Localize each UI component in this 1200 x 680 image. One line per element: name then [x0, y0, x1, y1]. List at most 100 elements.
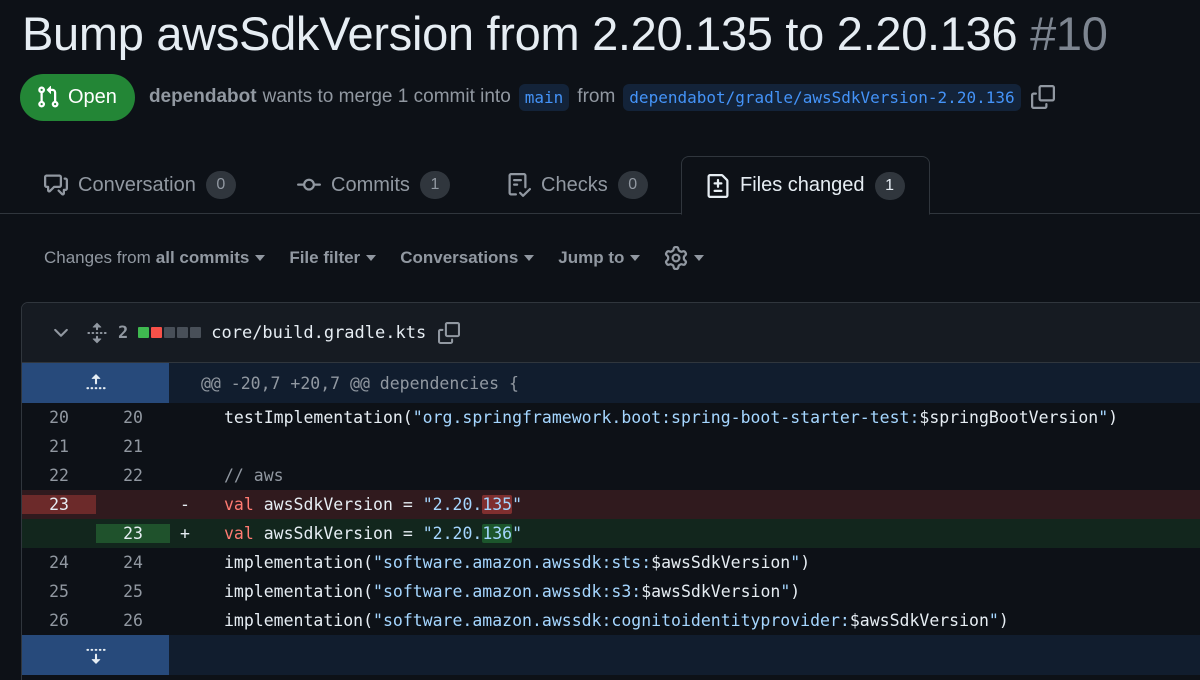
- new-line-number[interactable]: 20: [96, 408, 170, 427]
- tab-label: Files changed: [740, 174, 865, 196]
- code-text: implementation("software.amazon.awssdk:s…: [224, 553, 811, 572]
- code-text: implementation("software.amazon.awssdk:s…: [224, 582, 801, 601]
- tab-count: 1: [419, 171, 450, 199]
- copy-icon: [438, 321, 461, 344]
- added-line: 23 + val awsSdkVersion = "2.20.136": [22, 519, 1200, 548]
- new-line-number[interactable]: 26: [96, 611, 170, 630]
- changes-value: all commits: [155, 248, 250, 267]
- fold-down-icon: [85, 648, 106, 664]
- old-line-number[interactable]: 20: [22, 408, 96, 427]
- diff-line: 22 22 // aws: [22, 461, 1200, 490]
- code-text: val awsSdkVersion = "2.20.135": [224, 495, 523, 514]
- chevron-down-icon: [524, 255, 535, 261]
- file-header: 2 core/build.gradle.kts: [22, 303, 1200, 363]
- expand-up-button[interactable]: [22, 363, 169, 403]
- tab-conversation[interactable]: Conversation 0: [44, 156, 236, 214]
- diffstat-added: [138, 327, 150, 338]
- code-text: implementation("software.amazon.awssdk:c…: [224, 611, 1009, 630]
- diff-count: 2: [118, 322, 129, 343]
- expand-down-button[interactable]: [22, 635, 169, 675]
- diff-line: 24 24 implementation("software.amazon.aw…: [22, 548, 1200, 577]
- new-line-number[interactable]: 25: [96, 582, 170, 601]
- deleted-line: 23 - val awsSdkVersion = "2.20.135": [22, 490, 1200, 519]
- tab-count: 1: [874, 171, 905, 200]
- diff-line: 20 20 testImplementation("org.springfram…: [22, 403, 1200, 432]
- diff-marker: +: [180, 524, 190, 543]
- tab-count: 0: [205, 171, 236, 199]
- file-filter-dropdown[interactable]: File filter: [289, 248, 377, 268]
- old-line-number[interactable]: 24: [22, 553, 96, 572]
- diff-marker: -: [180, 495, 190, 514]
- old-line-number[interactable]: 22: [22, 466, 96, 485]
- copy-branch-button[interactable]: [1030, 85, 1055, 109]
- jump-to-dropdown[interactable]: Jump to: [558, 248, 641, 268]
- tab-files-changed[interactable]: Files changed 1: [681, 156, 930, 215]
- diff-line: 26 26 implementation("software.amazon.aw…: [22, 606, 1200, 635]
- new-line-number[interactable]: 21: [96, 437, 170, 456]
- from-text: from: [577, 86, 616, 107]
- tab-checks[interactable]: Checks 0: [507, 156, 648, 214]
- old-line-number[interactable]: 23: [22, 495, 96, 514]
- pr-title-heading: Bump awsSdkVersion from 2.20.135 to 2.20…: [22, 6, 1108, 61]
- git-pull-request-icon: [38, 85, 59, 108]
- tab-label: Conversation: [78, 173, 196, 196]
- diffstat-neutral: [190, 327, 202, 338]
- diff-toolbar: Changes from all commits File filter Con…: [44, 240, 728, 276]
- old-line-number[interactable]: 21: [22, 437, 96, 456]
- merge-text: wants to merge 1 commit into: [262, 86, 511, 107]
- code-text: testImplementation("org.springframework.…: [224, 408, 1119, 427]
- head-branch[interactable]: dependabot/gradle/awsSdkVersion-2.20.136: [623, 83, 1021, 111]
- chevron-down-icon: [255, 255, 266, 261]
- copy-path-button[interactable]: [438, 321, 461, 344]
- diff-line: 25 25 implementation("software.amazon.aw…: [22, 577, 1200, 606]
- state-label: Open: [68, 85, 117, 108]
- pr-title: Bump awsSdkVersion from 2.20.135 to 2.20…: [22, 7, 1018, 60]
- tab-label: Commits: [331, 173, 410, 196]
- new-line-number[interactable]: 23: [96, 524, 170, 543]
- unfold-icon[interactable]: [86, 322, 108, 344]
- settings-dropdown[interactable]: [664, 246, 705, 270]
- expand-down-row: [22, 635, 1200, 675]
- pr-meta: Open dependabot wants to merge 1 commit …: [20, 73, 1055, 121]
- diffstat-blocks: [138, 327, 202, 338]
- hunk-header-row: @@ -20,7 +20,7 @@ dependencies {: [22, 363, 1200, 403]
- pr-number: #10: [1030, 7, 1108, 60]
- gear-icon: [665, 246, 688, 270]
- file-name[interactable]: core/build.gradle.kts: [211, 323, 426, 343]
- old-line-number[interactable]: 26: [22, 611, 96, 630]
- chevron-down-icon[interactable]: [50, 322, 72, 344]
- jump-to-label: Jump to: [558, 248, 625, 267]
- conversations-dropdown[interactable]: Conversations: [400, 248, 535, 268]
- chevron-down-icon: [366, 255, 377, 261]
- code-text: // aws: [224, 466, 284, 485]
- expand-down-fill: [169, 635, 1200, 675]
- file-filter-label: File filter: [289, 248, 361, 267]
- changes-from-dropdown[interactable]: Changes from all commits: [44, 248, 266, 268]
- tab-count: 0: [617, 171, 648, 199]
- conversations-label: Conversations: [400, 248, 519, 267]
- fold-up-icon: [85, 374, 106, 390]
- chevron-down-icon: [694, 255, 705, 261]
- tab-commits[interactable]: Commits 1: [297, 156, 450, 214]
- comment-discussion-icon: [44, 174, 68, 196]
- changes-prefix: Changes from: [44, 248, 151, 267]
- file-diff-icon: [707, 173, 729, 198]
- copy-icon: [1030, 85, 1055, 109]
- diffstat-deleted: [151, 327, 163, 338]
- pr-tabs: Conversation 0 Commits 1 Checks 0 Files …: [0, 156, 1200, 215]
- author-link[interactable]: dependabot: [149, 86, 257, 108]
- diff-line: 21 21: [22, 432, 1200, 461]
- diffstat-neutral: [177, 327, 189, 338]
- new-line-number[interactable]: 22: [96, 466, 170, 485]
- git-commit-icon: [297, 178, 321, 191]
- base-branch[interactable]: main: [518, 83, 570, 111]
- diff-code: @@ -20,7 +20,7 @@ dependencies { 20 20 t…: [22, 363, 1200, 675]
- hunk-header: @@ -20,7 +20,7 @@ dependencies {: [201, 373, 519, 393]
- tab-label: Checks: [541, 173, 608, 196]
- new-line-number[interactable]: 24: [96, 553, 170, 572]
- code-text: val awsSdkVersion = "2.20.136": [224, 524, 523, 543]
- checklist-icon: [508, 173, 531, 197]
- diffstat-neutral: [164, 327, 176, 338]
- state-badge: Open: [20, 73, 135, 121]
- old-line-number[interactable]: 25: [22, 582, 96, 601]
